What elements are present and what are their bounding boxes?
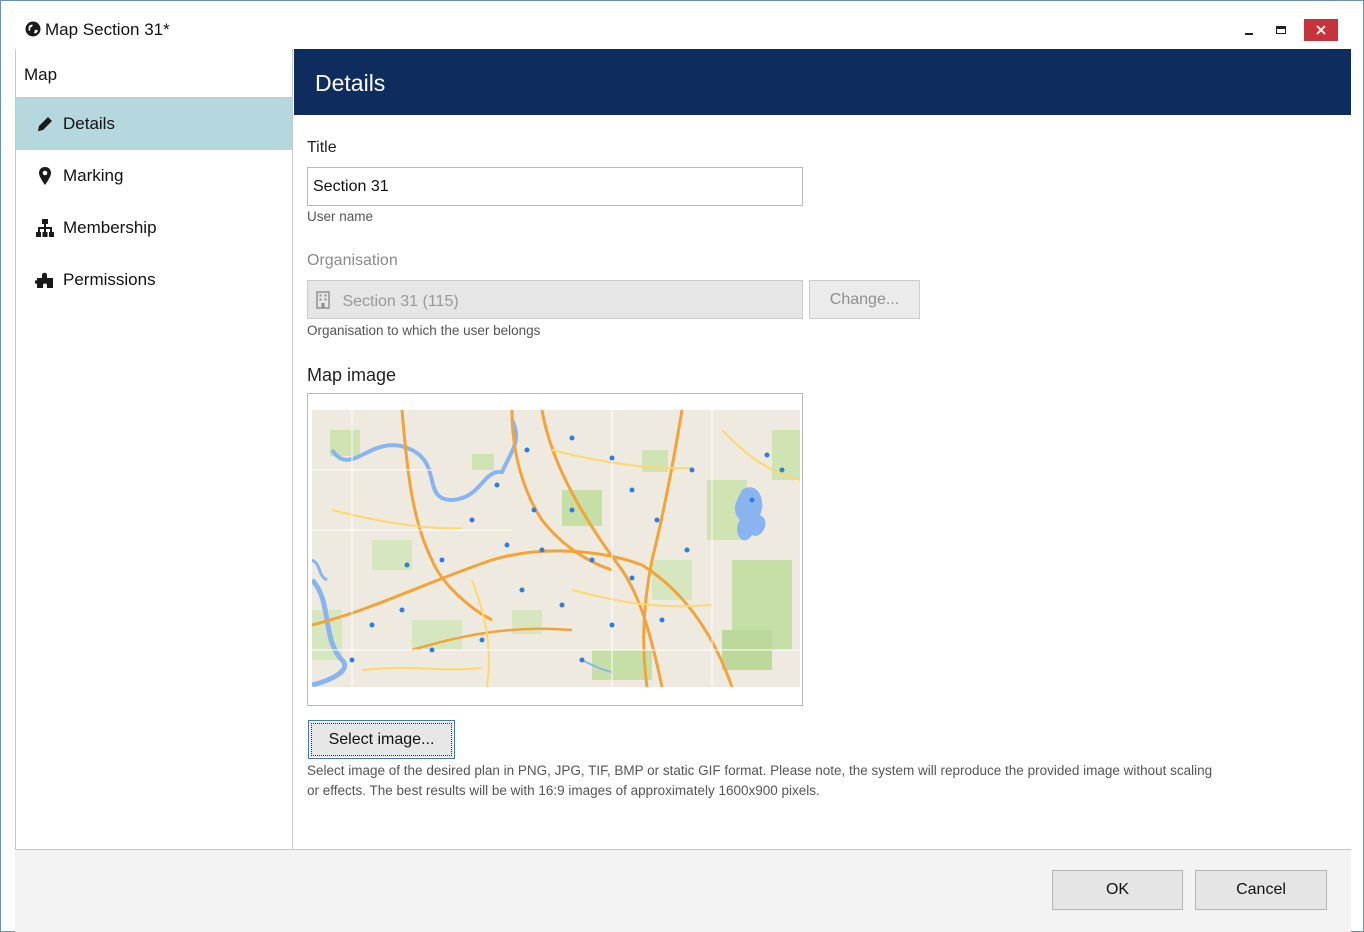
change-organisation-button[interactable]: Change... [809, 280, 920, 319]
building-icon [316, 291, 330, 314]
map-pin-icon [34, 166, 56, 186]
puzzle-icon [34, 270, 56, 290]
close-button[interactable] [1304, 19, 1338, 41]
minimize-icon [1245, 33, 1253, 35]
sidebar-item-label: Marking [63, 166, 124, 185]
minimize-button[interactable] [1241, 19, 1257, 41]
section-heading: Details [315, 70, 386, 96]
sidebar: Map Details Marking Membership Permissio… [15, 49, 293, 849]
map-image-hint-line1: Select image of the desired plan in PNG,… [307, 763, 1213, 778]
ok-button[interactable]: OK [1052, 870, 1183, 910]
title-input[interactable]: Section 31 [307, 167, 803, 206]
map-image-hint-line2: or effects. The best results will be wit… [307, 783, 820, 798]
dialog-window: Map Section 31* Map Details Marking Memb… [0, 0, 1364, 932]
sidebar-item-label: Permissions [63, 270, 156, 289]
sidebar-item-label: Details [63, 114, 115, 133]
sidebar-item-marking[interactable]: Marking [16, 150, 292, 202]
organisation-value: Section 31 (115) [342, 293, 459, 310]
sidebar-item-details[interactable]: Details [16, 98, 292, 150]
organisation-field: Section 31 (115) [307, 280, 803, 319]
organisation-label: Organisation [307, 252, 398, 269]
close-icon [1316, 25, 1326, 35]
sidebar-item-label: Membership [63, 218, 157, 237]
section-header: Details [294, 49, 1351, 115]
title-label: Title [307, 139, 337, 156]
globe-icon [25, 21, 41, 37]
map-image [312, 410, 800, 687]
title-hint: User name [307, 209, 374, 224]
sidebar-header: Map [16, 49, 292, 98]
title-bar: Map Section 31* [1, 1, 1363, 49]
cancel-button[interactable]: Cancel [1195, 870, 1327, 910]
select-image-button[interactable]: Select image... [308, 720, 455, 759]
pencil-icon [34, 114, 56, 134]
map-image-label: Map image [307, 365, 397, 385]
map-image-preview [307, 393, 803, 706]
organisation-hint: Organisation to which the user belongs [307, 323, 541, 338]
hierarchy-icon [34, 218, 56, 238]
maximize-button[interactable] [1271, 19, 1291, 41]
sidebar-item-permissions[interactable]: Permissions [16, 254, 292, 306]
maximize-icon [1276, 26, 1286, 34]
title-input-value: Section 31 [313, 178, 389, 195]
sidebar-item-membership[interactable]: Membership [16, 202, 292, 254]
window-title: Map Section 31* [45, 20, 170, 39]
